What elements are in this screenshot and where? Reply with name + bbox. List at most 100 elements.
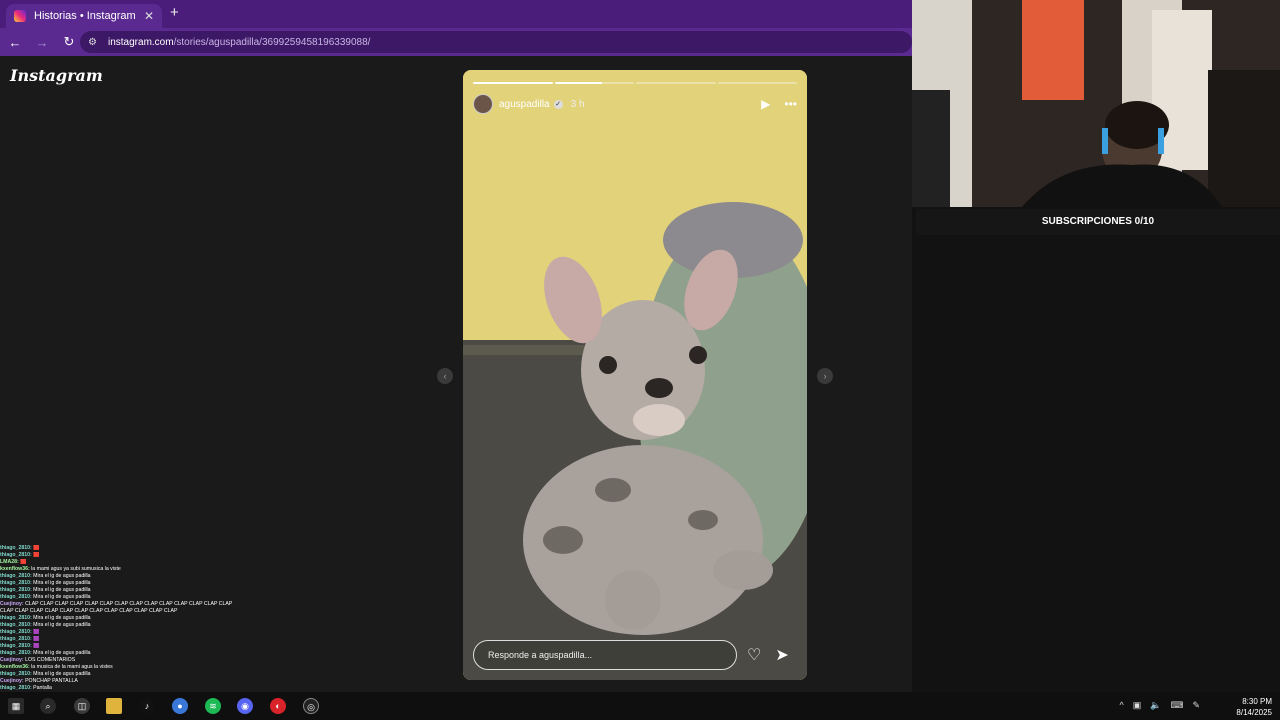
chat-username: thiago_2810: bbox=[0, 643, 32, 649]
previous-story-arrow-icon[interactable]: ‹ bbox=[437, 368, 453, 384]
progress-segment bbox=[636, 82, 716, 84]
reload-icon[interactable]: ↻ bbox=[57, 34, 81, 50]
windows-start-icon[interactable]: ▦ bbox=[8, 698, 24, 714]
tiktok-icon[interactable]: ♪ bbox=[139, 698, 155, 714]
new-tab-button[interactable]: + bbox=[170, 4, 179, 21]
chat-text: 🟪 bbox=[33, 643, 40, 649]
browser-toolbar: ← → ↻ ⚙ instagram.com /stories/aguspadil… bbox=[0, 28, 912, 56]
obs-icon[interactable]: ◎ bbox=[303, 698, 319, 714]
chat-message: kxenflow36: la mami agus ya subi sumusic… bbox=[0, 566, 240, 573]
progress-fill bbox=[554, 82, 603, 84]
chat-text: Mira el ig de agus padilla bbox=[33, 650, 91, 656]
story-time: 3 h bbox=[570, 98, 585, 110]
close-tab-icon[interactable]: ✕ bbox=[144, 9, 154, 23]
puppy-photo bbox=[463, 70, 807, 680]
chat-username: kxenflow36: bbox=[0, 664, 30, 670]
play-icon[interactable]: ▶ bbox=[761, 97, 770, 111]
chat-username: thiago_2810: bbox=[0, 580, 32, 586]
reply-input[interactable]: Responde a aguspadilla... bbox=[473, 640, 737, 670]
verified-badge-icon: ✓ bbox=[553, 99, 563, 109]
chat-username: thiago_2810: bbox=[0, 545, 32, 551]
tab-title: Historias • Instagram bbox=[34, 10, 136, 22]
subscriptions-goal: SUBSCRIPCIONES 0/10 bbox=[916, 209, 1280, 235]
chat-text: 🟥 bbox=[20, 559, 27, 565]
chat-message: LMA28: 🟥 bbox=[0, 559, 240, 566]
clock-date: 8/14/2025 bbox=[1236, 708, 1272, 717]
app-tray-icon[interactable]: ▣ bbox=[1133, 700, 1142, 711]
avatar[interactable] bbox=[473, 94, 493, 114]
spotify-icon[interactable]: ≋ bbox=[205, 698, 221, 714]
search-icon[interactable]: ⌕ bbox=[40, 698, 56, 714]
more-options-icon[interactable]: ••• bbox=[784, 97, 797, 111]
chat-message: kxenflow36: la musica de la mami agus la… bbox=[0, 664, 240, 671]
story-username[interactable]: aguspadilla bbox=[499, 99, 550, 110]
task-view-icon[interactable]: ◫ bbox=[74, 698, 90, 714]
network-icon[interactable]: ⌨ bbox=[1170, 700, 1183, 711]
instagram-favicon-icon bbox=[14, 10, 26, 22]
chat-message: thiago_2810: Mira el ig de agus padilla bbox=[0, 587, 240, 594]
browser-tab-strip: Historias • Instagram ✕ + bbox=[0, 0, 912, 28]
chat-text: la musica de la mami agus la vistes bbox=[31, 664, 113, 670]
url-host: instagram.com bbox=[108, 36, 174, 48]
chat-username: Cuejinoy: bbox=[0, 601, 24, 607]
chat-username: thiago_2810: bbox=[0, 650, 32, 656]
chat-username: thiago_2810: bbox=[0, 636, 32, 642]
story-viewer[interactable]: aguspadilla ✓ 3 h ▶ ••• Responde a agusp… bbox=[463, 70, 807, 680]
chat-message: thiago_2810: Mira el ig de agus padilla bbox=[0, 622, 240, 629]
chat-message: thiago_2810: Mira el ig de agus padilla bbox=[0, 580, 240, 587]
discord-icon[interactable]: ◉ bbox=[237, 698, 253, 714]
chat-username: thiago_2810: bbox=[0, 552, 32, 558]
chat-text: Mira el ig de agus padilla bbox=[33, 622, 91, 628]
site-info-icon[interactable]: ⚙ bbox=[88, 37, 100, 48]
next-story-arrow-icon[interactable]: › bbox=[817, 368, 833, 384]
address-bar[interactable]: ⚙ instagram.com /stories/aguspadilla/369… bbox=[80, 31, 912, 53]
capcut-icon[interactable]: ◐ bbox=[270, 698, 286, 714]
chat-text: PONCHAP PANTALLA bbox=[25, 678, 78, 684]
chat-username: LMA28: bbox=[0, 559, 19, 565]
pen-icon[interactable]: ✎ bbox=[1192, 700, 1200, 711]
chat-username: thiago_2810: bbox=[0, 615, 32, 621]
chat-message: thiago_2810: Mira el ig de agus padilla bbox=[0, 594, 240, 601]
chat-text: 🟥 bbox=[33, 552, 40, 558]
chat-text: Mira el ig de agus padilla bbox=[33, 587, 91, 593]
chat-username: Cuejinoy: bbox=[0, 678, 24, 684]
chat-message: thiago_2810: Mira el ig de agus padilla bbox=[0, 671, 240, 678]
chat-text: LOS COMENTARIOS bbox=[25, 657, 76, 663]
forward-arrow-icon[interactable]: → bbox=[30, 35, 54, 50]
progress-fill bbox=[473, 82, 553, 84]
heart-icon[interactable]: ♡ bbox=[747, 645, 761, 665]
chat-message: CLAP CLAP CLAP CLAP CLAP CLAP CLAP CLAP … bbox=[0, 608, 240, 615]
chrome-icon[interactable]: ● bbox=[172, 698, 188, 714]
chat-message: thiago_2810: 🟥 bbox=[0, 552, 240, 559]
progress-segment bbox=[717, 82, 797, 84]
clock[interactable]: 8:30 PM 8/14/2025 bbox=[1236, 696, 1272, 718]
chat-text: 🟥 bbox=[33, 545, 40, 551]
send-icon[interactable]: ➤ bbox=[775, 645, 788, 665]
back-arrow-icon[interactable]: ← bbox=[3, 35, 27, 50]
chat-username: thiago_2810: bbox=[0, 573, 32, 579]
chat-text: la mami agus ya subi sumusica la viste bbox=[31, 566, 121, 572]
chat-message: thiago_2810: Mira el ig de agus padilla bbox=[0, 615, 240, 622]
story-header: aguspadilla ✓ 3 h ▶ ••• bbox=[473, 94, 797, 114]
instagram-logo[interactable]: Instagram bbox=[10, 66, 103, 85]
chat-text: Mira el ig de agus padilla bbox=[33, 594, 91, 600]
chat-message: thiago_2810: 🟪 bbox=[0, 636, 240, 643]
chat-text: Mira el ig de agus padilla bbox=[33, 615, 91, 621]
chat-username: thiago_2810: bbox=[0, 685, 32, 691]
chat-message: thiago_2810: 🟪 bbox=[0, 629, 240, 636]
chat-username: thiago_2810: bbox=[0, 587, 32, 593]
reply-actions: ♡ ➤ bbox=[747, 645, 789, 665]
speaker-icon[interactable]: 🔈 bbox=[1150, 700, 1161, 711]
chat-text: 🟪 bbox=[33, 636, 40, 642]
chat-username: thiago_2810: bbox=[0, 671, 32, 677]
tab-instagram-stories[interactable]: Historias • Instagram ✕ bbox=[6, 4, 162, 28]
chat-text: Mira el ig de agus padilla bbox=[33, 580, 91, 586]
chat-message: thiago_2810: 🟥 bbox=[0, 545, 240, 552]
file-explorer-icon[interactable] bbox=[106, 698, 122, 714]
chat-message: Cuejinoy: CLAP CLAP CLAP CLAP CLAP CLAP … bbox=[0, 601, 240, 608]
chat-username: thiago_2810: bbox=[0, 594, 32, 600]
progress-segment bbox=[554, 82, 634, 84]
chat-username: thiago_2810: bbox=[0, 622, 32, 628]
chevron-up-icon[interactable]: ^ bbox=[1119, 700, 1123, 711]
progress-segment bbox=[473, 82, 553, 84]
